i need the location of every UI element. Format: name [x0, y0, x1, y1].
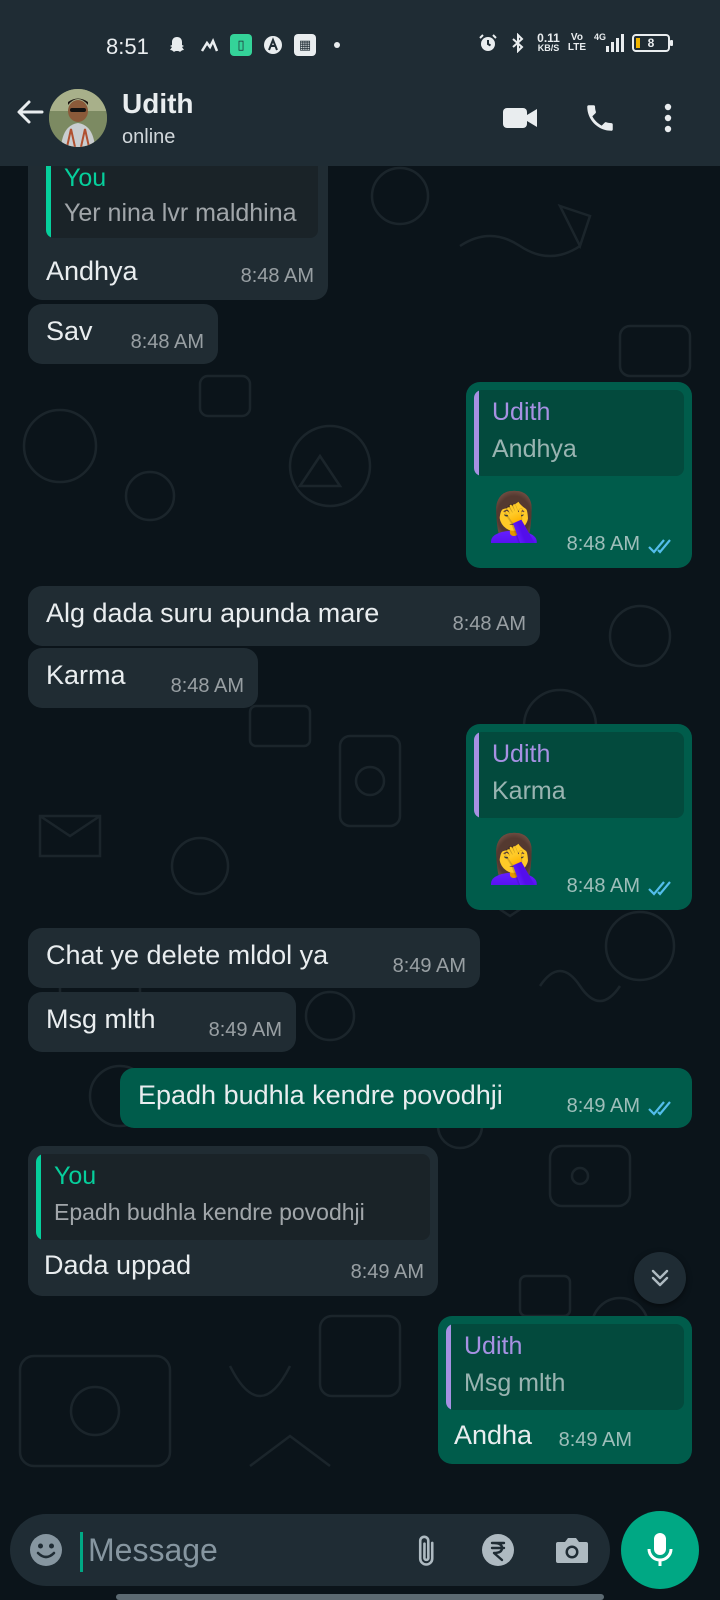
reply-quote[interactable]: Udith Andhya [474, 390, 684, 476]
double-chevron-down-icon [651, 1269, 669, 1287]
voice-call-button[interactable] [578, 96, 622, 140]
quote-text: Epadh budhla kendre povodhji [54, 1199, 365, 1225]
arrow-left-icon [17, 100, 44, 124]
battery-level: 8 [647, 36, 655, 50]
video-camera-icon [503, 108, 537, 128]
reply-quote[interactable]: You Yer nina lvr maldhina [46, 166, 318, 238]
quote-author: Udith [492, 398, 551, 426]
gallery-notification-icon: ▦ [294, 34, 316, 56]
system-icons: 0.11 KB/S Vo LTE 4G 8 [477, 31, 673, 54]
voice-message-button[interactable] [621, 1511, 699, 1589]
quote-author: Udith [464, 1332, 523, 1360]
message-composer [0, 1511, 720, 1600]
quote-text: Msg mlth [464, 1369, 566, 1397]
message-input[interactable] [88, 1524, 388, 1576]
reply-quote[interactable]: Udith Karma [474, 732, 684, 818]
message-outgoing[interactable]: Epadh budhla kendre povodhji 8:49 AM [120, 1068, 692, 1128]
message-incoming[interactable]: You Epadh budhla kendre povodhji Dada up… [28, 1146, 438, 1296]
contact-status: online [122, 126, 176, 148]
notification-icons: ▯ ▦ [166, 34, 340, 56]
quote-author: You [54, 1162, 97, 1190]
chat-area[interactable]: You Yer nina lvr maldhina Andhya 8:48 AM… [0, 166, 720, 1511]
reply-quote[interactable]: Udith Msg mlth [446, 1324, 684, 1410]
attach-button[interactable] [406, 1528, 450, 1572]
quote-author: You [64, 166, 107, 192]
message-input-box[interactable] [10, 1514, 610, 1586]
message-time: 8:48 AM [130, 331, 204, 353]
message-incoming[interactable]: Sav 8:48 AM [28, 304, 218, 364]
quote-author: Udith [492, 740, 551, 768]
volte-indicator: Vo LTE [567, 32, 586, 53]
message-time: 8:48 AM [170, 675, 244, 697]
status-time: 8:51 [106, 34, 149, 59]
scroll-to-bottom-button[interactable] [634, 1252, 686, 1304]
message-incoming[interactable]: Msg mlth 8:49 AM [28, 992, 296, 1052]
network-type: 4G [594, 32, 606, 42]
message-incoming[interactable]: You Yer nina lvr maldhina Andhya 8:48 AM [28, 166, 328, 300]
more-vertical-icon [664, 103, 672, 133]
quote-text: Karma [492, 777, 566, 805]
chat-header: Udith online [0, 60, 720, 166]
alarm-icon [477, 32, 499, 54]
snapchat-icon [166, 34, 188, 56]
message-time: 8:48 AM [566, 533, 640, 555]
emoji-icon[interactable] [28, 1532, 64, 1568]
contact-name[interactable]: Udith [122, 88, 194, 120]
message-outgoing[interactable]: Udith Karma 🤦‍♀️ 8:48 AM [466, 724, 692, 910]
read-receipt-icon [648, 881, 671, 896]
message-outgoing[interactable]: Udith Andhya 🤦‍♀️ 8:48 AM [466, 382, 692, 568]
message-time: 8:49 AM [558, 1429, 632, 1451]
message-time: 8:49 AM [566, 1095, 640, 1117]
message-incoming[interactable]: Karma 8:48 AM [28, 648, 258, 708]
phone-icon [587, 105, 613, 131]
contact-avatar[interactable] [49, 89, 107, 147]
quote-text: Andhya [492, 435, 577, 463]
microphone-icon [647, 1533, 673, 1566]
text-caret [80, 1532, 83, 1572]
back-button[interactable] [8, 90, 52, 134]
message-incoming[interactable]: Alg dada suru apunda mare 8:48 AM [28, 586, 540, 646]
quote-text: Yer nina lvr maldhina [64, 199, 297, 227]
message-incoming[interactable]: Chat ye delete mldol ya 8:49 AM [28, 928, 480, 988]
message-time: 8:49 AM [208, 1019, 282, 1041]
reply-quote[interactable]: You Epadh budhla kendre povodhji [36, 1154, 430, 1240]
paperclip-icon [418, 1535, 434, 1566]
read-receipt-icon [648, 1101, 671, 1116]
read-receipt-icon [648, 539, 671, 554]
message-time: 8:48 AM [452, 613, 526, 635]
video-call-button[interactable] [498, 96, 542, 140]
more-notifications-dot [334, 42, 340, 48]
camera-icon [556, 1538, 588, 1563]
message-outgoing[interactable]: Udith Msg mlth Andha 8:49 AM [438, 1316, 692, 1464]
navigation-handle[interactable] [116, 1594, 604, 1600]
bluetooth-icon [507, 32, 529, 54]
more-options-button[interactable] [646, 96, 690, 140]
message-time: 8:49 AM [392, 955, 466, 977]
app-notification-icon [198, 34, 220, 56]
message-time: 8:48 AM [240, 265, 314, 287]
rupee-icon [482, 1534, 514, 1566]
signal-icon: 4G [594, 32, 624, 54]
battery-saver-icon: ▯ [230, 34, 252, 56]
network-speed: 0.11 KB/S [537, 31, 560, 53]
camera-button[interactable] [550, 1528, 594, 1572]
battery-icon: 8 [632, 34, 673, 52]
message-time: 8:48 AM [566, 875, 640, 897]
app-a-icon [262, 34, 284, 56]
payment-button[interactable] [476, 1528, 520, 1572]
message-time: 8:49 AM [350, 1261, 424, 1283]
